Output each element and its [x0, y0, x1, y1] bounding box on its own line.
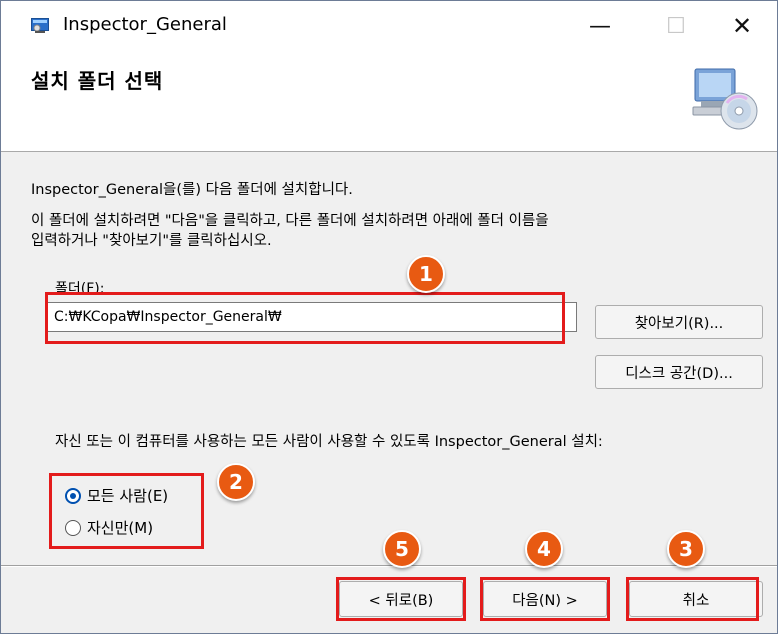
- minimize-icon: —: [589, 13, 611, 39]
- folder-highlight-box: [45, 292, 565, 344]
- wizard-header: 설치 폴더 선택: [1, 51, 777, 152]
- browse-button[interactable]: 찾아보기(R)...: [595, 305, 763, 339]
- annotation-badge-2: 2: [217, 463, 255, 501]
- annotation-badge-5: 5: [383, 530, 421, 568]
- close-button[interactable]: ✕: [717, 7, 767, 45]
- close-icon: ✕: [731, 12, 753, 40]
- title-bar: Inspector_General — ☐ ✕: [1, 1, 777, 51]
- instructions-line-1: 이 폴더에 설치하려면 "다음"을 클릭하고, 다른 폴더에 설치하려면 아래에…: [31, 213, 549, 229]
- window-title: Inspector_General: [63, 14, 227, 35]
- installer-app-icon: [31, 18, 49, 33]
- maximize-button[interactable]: ☐: [651, 7, 701, 45]
- radio-highlight-box: [49, 473, 204, 549]
- intro-text: Inspector_General을(를) 다음 폴더에 설치합니다.: [31, 182, 353, 198]
- annotation-badge-3: 3: [667, 530, 705, 568]
- computer-cd-icon: [692, 68, 758, 130]
- maximize-icon: ☐: [666, 13, 686, 39]
- disk-space-button[interactable]: 디스크 공간(D)...: [595, 355, 763, 389]
- footer-separator: [1, 565, 777, 567]
- install-for-label: 자신 또는 이 컴퓨터를 사용하는 모든 사람이 사용할 수 있도록 Inspe…: [55, 434, 603, 450]
- page-title: 설치 폴더 선택: [31, 69, 164, 93]
- cancel-highlight-box: [626, 577, 759, 621]
- back-highlight-box: [336, 577, 466, 621]
- annotation-badge-4: 4: [525, 530, 563, 568]
- minimize-button[interactable]: —: [575, 7, 625, 45]
- next-highlight-box: [480, 577, 610, 621]
- installer-window: Inspector_General — ☐ ✕ 설치 폴더 선택 Inspect…: [0, 0, 778, 634]
- annotation-badge-1: 1: [407, 255, 445, 293]
- instructions-line-2: 입력하거나 "찾아보기"를 클릭하십시오.: [31, 233, 272, 249]
